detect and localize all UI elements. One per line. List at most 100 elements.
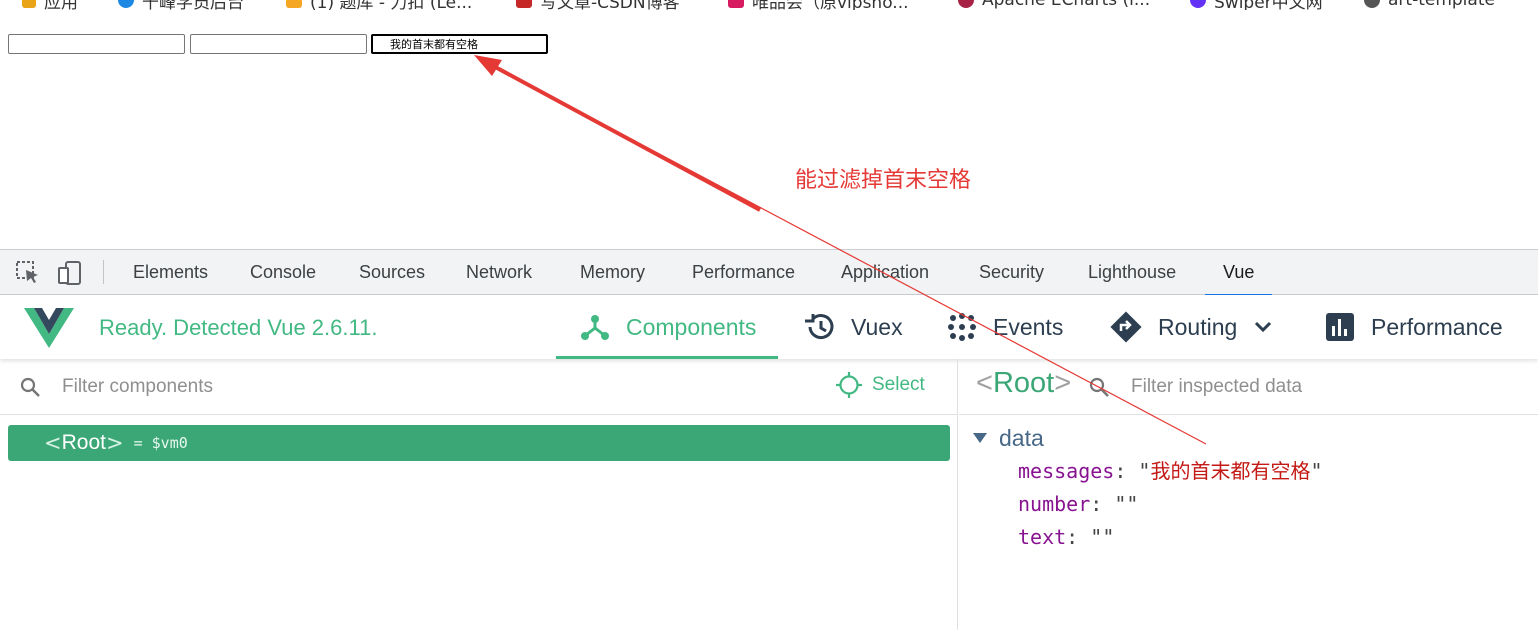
bookmark-label: Swiper中文网 (1214, 0, 1323, 10)
data-row-number[interactable]: number: "" (973, 488, 1323, 521)
data-colon: : (1090, 492, 1115, 516)
device-toolbar-icon[interactable] (57, 260, 83, 286)
routing-icon (1110, 311, 1142, 343)
component-name: Root (61, 431, 106, 454)
filter-components-input[interactable] (62, 373, 662, 401)
tree-node-root[interactable]: < Root > = $vm0 (8, 425, 950, 461)
vue-devtools-header: Ready. Detected Vue 2.6.11. Components V… (0, 295, 1538, 359)
apps-grid-icon (22, 0, 36, 8)
devtools-tab-bar: Elements Console Sources Network Memory … (0, 250, 1538, 296)
search-icon (1089, 377, 1109, 397)
bookmark-vipshop[interactable]: 唯品会（原vipsho... (728, 0, 909, 10)
quote-open: " (1138, 459, 1151, 483)
bookmark-label: 唯品会（原vipsho... (752, 0, 909, 10)
tab-console[interactable]: Console (250, 250, 316, 295)
swiper-logo-icon (1190, 0, 1206, 8)
bookmark-label: 应用 (44, 0, 78, 10)
quote-close: " (1310, 459, 1323, 483)
chevron-down-icon[interactable] (1253, 317, 1273, 337)
section-title: data (999, 424, 1044, 451)
bookmark-label: Apache ECharts (i... (982, 0, 1151, 10)
crosshair-icon (836, 372, 862, 398)
data-key: text (1018, 525, 1067, 549)
data-key: messages (1018, 459, 1115, 483)
text-input-2[interactable] (190, 34, 367, 54)
bookmark-art-template[interactable]: art-template (1364, 0, 1495, 10)
tab-sources[interactable]: Sources (359, 250, 425, 295)
nav-routing[interactable]: Routing (1110, 295, 1273, 359)
tab-lighthouse[interactable]: Lighthouse (1088, 250, 1176, 295)
text-input-1[interactable] (8, 34, 185, 54)
vue-status-text: Ready. Detected Vue 2.6.11. (99, 315, 378, 340)
tab-memory[interactable]: Memory (580, 250, 645, 295)
bookmarks-bar: 应用 千峰学员后台 (1) 题库 - 力扣 (Le... 写文章-CSDN博客 … (0, 0, 1538, 10)
data-section: data messages: "我的首末都有空格" number: "" tex… (973, 421, 1323, 554)
title-name: Root (992, 367, 1055, 399)
vue-logo-icon (24, 308, 74, 348)
bookmark-label: art-template (1388, 0, 1495, 10)
data-colon: : (1066, 525, 1091, 549)
nav-label: Vuex (851, 313, 903, 340)
title-bracket-close: > (1054, 367, 1072, 399)
component-tree-pane: Select < Root > = $vm0 (0, 359, 958, 630)
component-filter-bar: Select (0, 359, 958, 415)
bookmark-label: (1) 题库 - 力扣 (Le... (310, 0, 473, 10)
bookmark-swiper[interactable]: Swiper中文网 (1190, 0, 1323, 10)
devtools-panel: Elements Console Sources Network Memory … (0, 249, 1538, 630)
nav-label: Performance (1371, 313, 1503, 340)
vm-reference: = $vm0 (133, 434, 188, 452)
echarts-logo-icon (958, 0, 974, 8)
bookmark-apps[interactable]: 应用 (22, 0, 78, 10)
screen: 应用 千峰学员后台 (1) 题库 - 力扣 (Le... 写文章-CSDN博客 … (0, 0, 1538, 630)
tab-performance[interactable]: Performance (692, 250, 795, 295)
data-section-header[interactable]: data (973, 421, 1323, 455)
leetcode-logo-icon (286, 0, 302, 8)
inspector-header: <Root> (959, 359, 1538, 415)
tag-bracket-open: < (44, 431, 62, 455)
title-bracket-open: < (976, 367, 993, 399)
csdn-logo-icon (516, 0, 532, 8)
triangle-down-icon[interactable] (973, 432, 987, 444)
data-colon: : (1114, 459, 1139, 483)
select-component-button[interactable]: Select (836, 372, 925, 398)
data-row-text[interactable]: text: "" (973, 521, 1323, 554)
tab-vue[interactable]: Vue (1204, 250, 1273, 296)
messages-input[interactable] (371, 34, 548, 54)
tab-security[interactable]: Security (979, 250, 1044, 295)
tab-network[interactable]: Network (466, 250, 532, 295)
quote-open: " (1114, 492, 1127, 516)
tab-elements[interactable]: Elements (133, 250, 208, 295)
nav-label: Routing (1158, 313, 1238, 340)
data-key: number (1018, 492, 1091, 516)
annotation-text: 能过滤掉首末空格 (795, 168, 972, 193)
tab-separator (103, 260, 104, 284)
components-icon (581, 315, 609, 340)
nav-label: Components (626, 313, 757, 340)
events-icon (948, 313, 976, 341)
bookmark-label: 千峰学员后台 (142, 0, 244, 10)
nav-events[interactable]: Events (947, 295, 1063, 359)
filter-inspected-data-input[interactable] (1131, 373, 1511, 401)
nav-label: Events (993, 313, 1064, 340)
bookmark-qianfeng[interactable]: 千峰学员后台 (118, 0, 244, 10)
nav-vuex[interactable]: Vuex (803, 295, 903, 359)
bookmark-csdn[interactable]: 写文章-CSDN博客 (516, 0, 680, 10)
inspect-element-icon[interactable] (15, 260, 41, 286)
nav-components[interactable]: Components (555, 295, 779, 359)
bookmark-label: 写文章-CSDN博客 (540, 0, 680, 10)
nav-performance[interactable]: Performance (1325, 295, 1503, 359)
quote-close: " (1126, 492, 1139, 516)
tab-application[interactable]: Application (841, 250, 929, 295)
history-icon (805, 314, 834, 340)
bar-chart-icon (1326, 313, 1354, 341)
qianfeng-logo-icon (118, 0, 134, 8)
data-value: 我的首末都有空格 (1150, 459, 1311, 483)
bookmark-echarts[interactable]: Apache ECharts (i... (958, 0, 1150, 10)
inspected-component-title: <Root> (976, 367, 1071, 400)
tag-bracket-close: > (105, 431, 124, 455)
data-row-messages[interactable]: messages: "我的首末都有空格" (973, 455, 1323, 488)
quote-close: " (1102, 525, 1115, 549)
inspector-pane: <Root> data messages: "我的首末都有空格" (959, 359, 1538, 630)
bookmark-leetcode[interactable]: (1) 题库 - 力扣 (Le... (286, 0, 472, 10)
select-label: Select (872, 374, 925, 395)
